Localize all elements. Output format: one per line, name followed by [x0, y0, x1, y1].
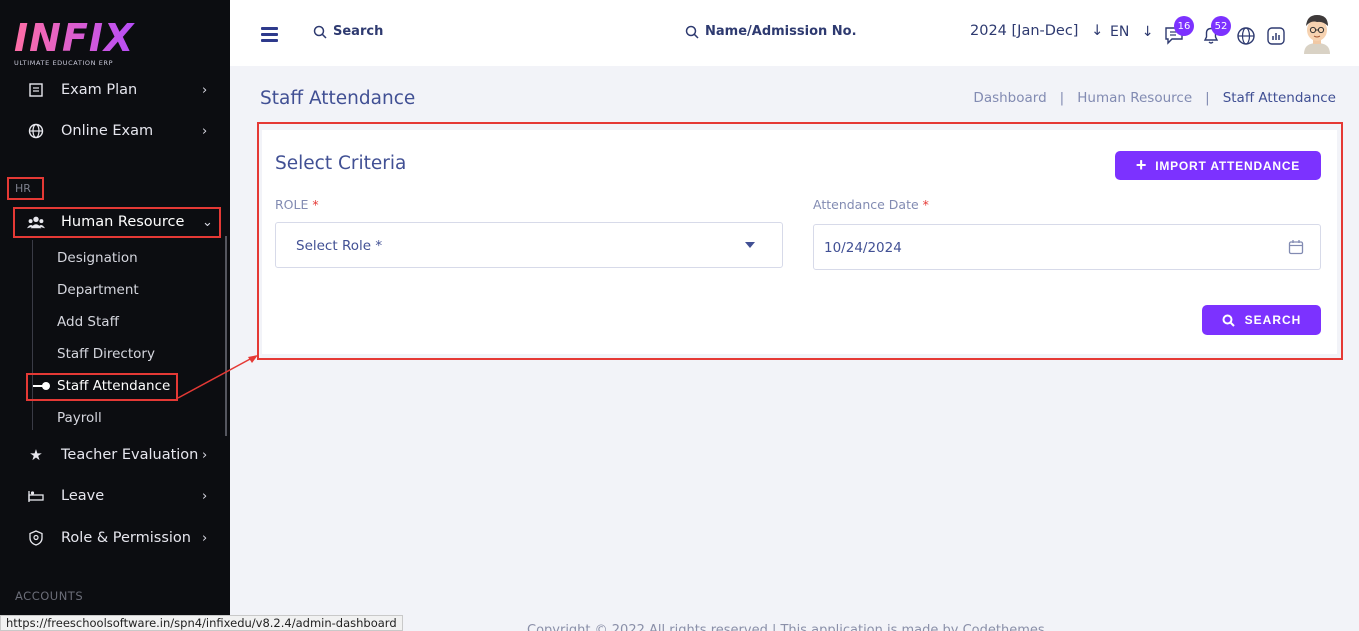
status-bar-url: https://freeschoolsoftware.in/spn4/infix…	[0, 615, 403, 631]
footer-copyright: Copyright © 2022 All rights reserved | T…	[527, 623, 1045, 631]
annotation-arrow	[177, 355, 258, 399]
